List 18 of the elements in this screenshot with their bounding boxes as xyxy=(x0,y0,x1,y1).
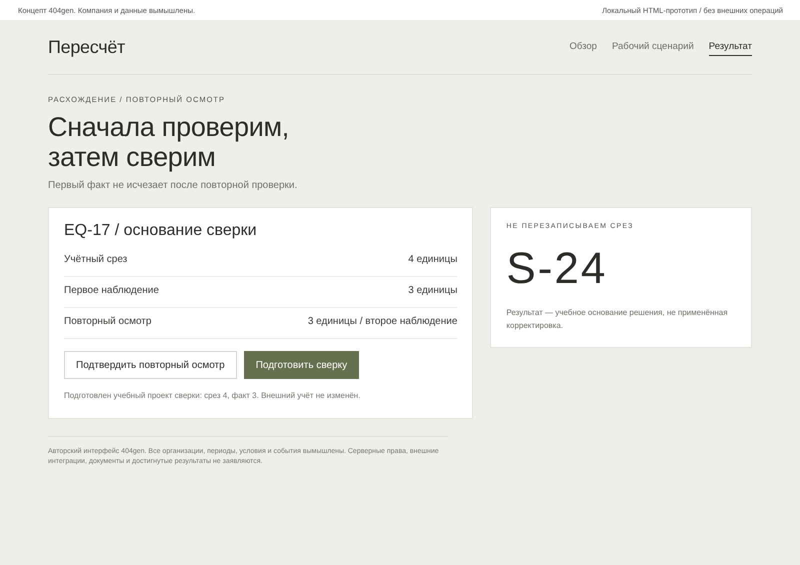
row-label: Первое наблюдение xyxy=(64,285,159,296)
status-note: Подготовлен учебный проект сверки: срез 4, факт 3. Внешний учёт не изменён. xyxy=(64,391,362,400)
result-code: S-24 xyxy=(506,244,608,294)
row-value: 4 единицы xyxy=(408,254,458,265)
page-subtitle: Первый факт не исчезает после повторной проверки. xyxy=(48,180,298,191)
row-value: 3 единицы / второе наблюдение xyxy=(308,316,458,327)
page-heading: Сначала проверим, затем сверим xyxy=(48,112,290,172)
action-button[interactable]: Подтвердить повторный осмотр xyxy=(64,351,237,379)
nav-link[interactable]: Обзор xyxy=(570,38,597,56)
card-title: EQ-17 / основание сверки xyxy=(64,222,258,240)
nav-link[interactable]: Рабочий сценарий xyxy=(612,38,694,56)
result-description: Результат — учебное основание решения, не применённая корректировка. xyxy=(506,307,729,332)
row-label: Повторный осмотр xyxy=(64,316,152,327)
nav-link[interactable]: Результат xyxy=(708,38,752,56)
action-button[interactable]: Подготовить сверку xyxy=(244,351,360,379)
row-label: Учётный срез xyxy=(64,254,128,265)
row-value: 3 единицы xyxy=(408,285,458,296)
app-logo[interactable]: Пересчёт xyxy=(48,36,126,58)
